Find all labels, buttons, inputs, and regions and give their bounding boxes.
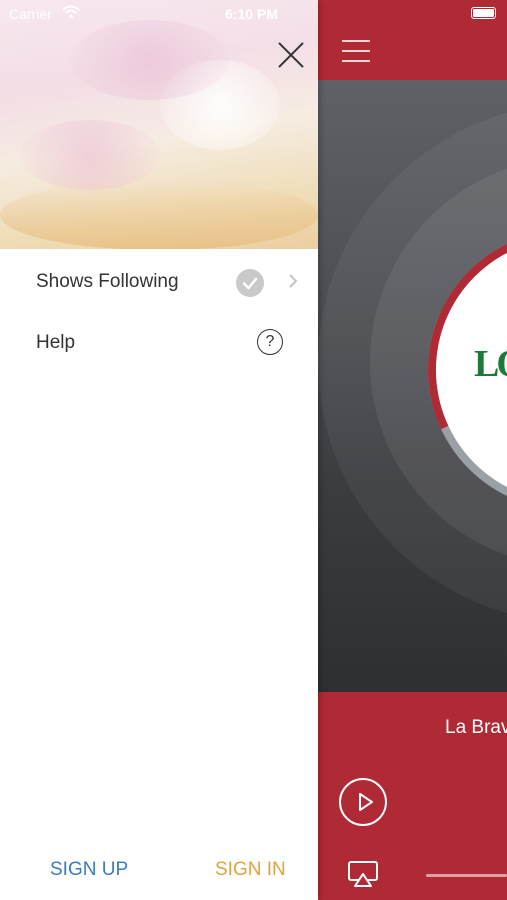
menu-item-label: Shows Following (36, 271, 179, 292)
player-header (318, 0, 507, 80)
play-icon (359, 793, 373, 811)
question-circle-icon: ? (257, 329, 283, 355)
battery-icon (471, 7, 496, 19)
player-screen: LO La Brav (318, 0, 507, 900)
chevron-right-icon (289, 274, 298, 288)
sign-up-button[interactable]: SIGN UP (50, 859, 128, 881)
player-controls: La Brav (318, 692, 507, 900)
play-button[interactable] (339, 778, 387, 826)
menu-item-label: Help (36, 332, 76, 353)
airplay-icon[interactable] (348, 861, 378, 887)
wifi-icon (62, 5, 80, 19)
station-logo: LO (474, 343, 507, 385)
hamburger-icon[interactable] (342, 40, 370, 62)
menu-item-help[interactable]: Help ? (0, 316, 318, 372)
menu-item-shows-following[interactable]: Shows Following (0, 255, 318, 311)
carrier-label: Carrier (9, 6, 52, 22)
status-time: 6:10 PM (225, 6, 278, 22)
drawer-header-image: Carrier 6:10 PM (0, 0, 318, 249)
check-circle-icon (236, 269, 264, 297)
sign-in-button[interactable]: SIGN IN (215, 859, 286, 881)
header-overlay (0, 0, 318, 249)
album-art-area: LO (318, 80, 507, 692)
close-icon[interactable] (276, 40, 306, 70)
side-drawer: Carrier 6:10 PM Shows Following Help ? S… (0, 0, 318, 900)
now-playing-title: La Brav (445, 717, 507, 738)
volume-slider[interactable] (426, 874, 507, 877)
